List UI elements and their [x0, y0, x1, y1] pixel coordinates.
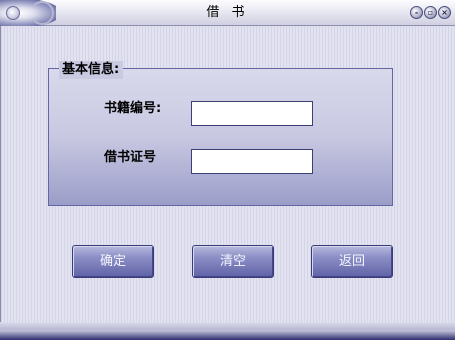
- basic-info-group: [48, 68, 393, 206]
- title-bar[interactable]: 借 书 - ▫ ×: [0, 0, 455, 26]
- maximize-button[interactable]: ▫: [424, 6, 437, 19]
- clear-button[interactable]: 清空: [192, 245, 274, 278]
- book-id-label: 书籍编号:: [104, 101, 162, 116]
- close-button[interactable]: ×: [438, 6, 451, 19]
- book-id-input[interactable]: [191, 101, 313, 126]
- group-title: 基本信息:: [59, 61, 124, 79]
- window-controls: - ▫ ×: [410, 6, 451, 20]
- card-id-input[interactable]: [191, 149, 313, 174]
- card-id-label: 借书证号: [104, 150, 157, 165]
- minimize-button[interactable]: -: [410, 6, 423, 19]
- client-lower-band: [0, 322, 455, 330]
- confirm-button[interactable]: 确定: [72, 245, 154, 278]
- borrow-book-window: 借 书 - ▫ × 基本信息: 书籍编号: 借书证号 确定 清空 返回: [0, 0, 455, 338]
- window-title: 借 书: [206, 5, 249, 20]
- back-button[interactable]: 返回: [311, 245, 393, 278]
- window-bottom-border: [0, 330, 455, 340]
